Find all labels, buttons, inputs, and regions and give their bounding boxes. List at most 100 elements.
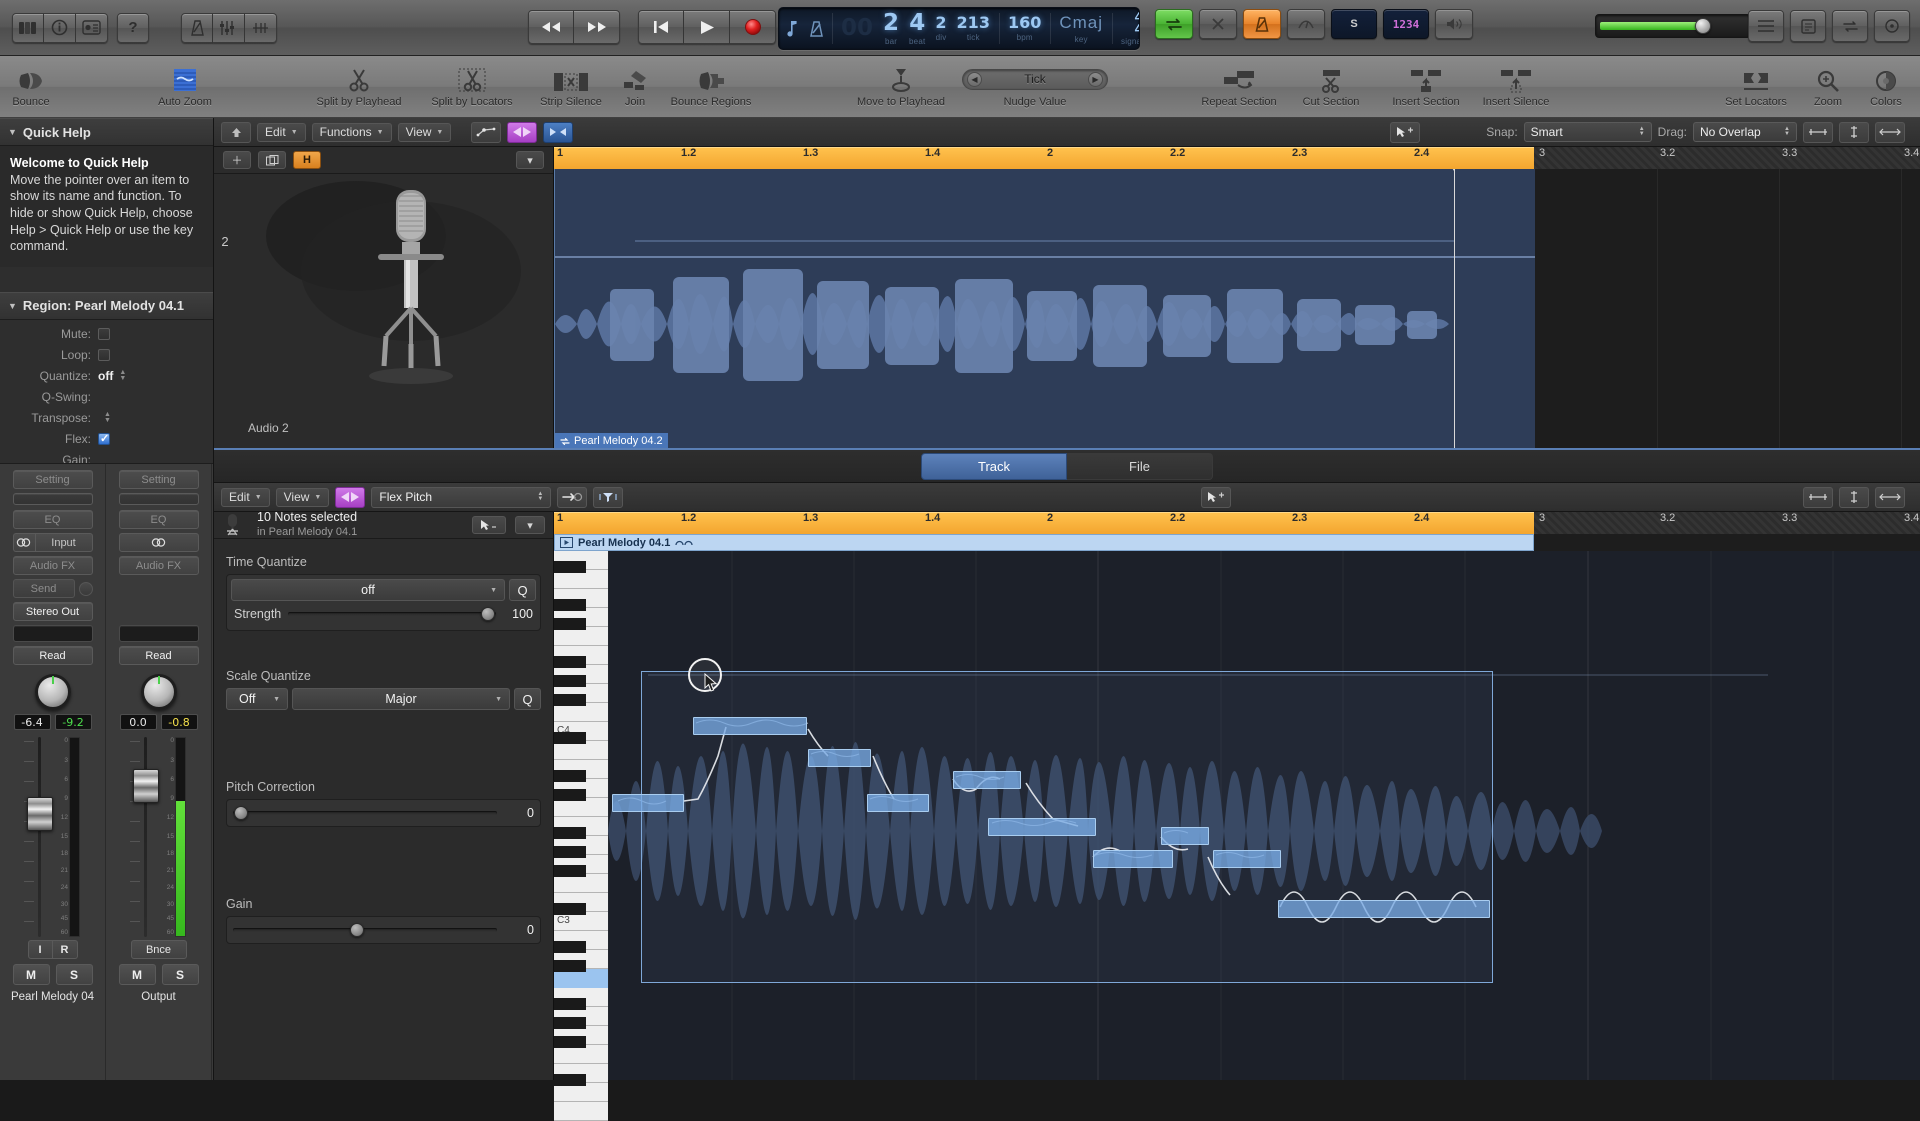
pitch-correction-value[interactable]: 0 <box>504 806 534 820</box>
channel-strip-name[interactable]: Output <box>141 991 176 1003</box>
region-quantize-value[interactable]: off <box>98 369 113 383</box>
replace-button[interactable] <box>1199 9 1237 39</box>
playhead[interactable] <box>1449 169 1459 448</box>
lcd-tick-field[interactable]: 213 tick <box>952 15 995 42</box>
editor-zoom-vertical-icon[interactable] <box>1839 486 1869 508</box>
track-config-button[interactable]: ▾ <box>516 151 544 169</box>
eq-button[interactable]: EQ <box>12 510 93 529</box>
bounce-regions-button[interactable]: Bounce Regions <box>657 56 765 118</box>
region-disclosure-triangle-icon[interactable]: ▼ <box>8 301 17 311</box>
flex-pitch-note[interactable] <box>988 818 1096 836</box>
track-header-row[interactable]: 2 Audio 2 <box>214 176 553 441</box>
repeat-section-button[interactable]: Repeat Section <box>1183 56 1295 118</box>
scale-quantize-mode-popup[interactable]: Off ▼ <box>226 688 288 710</box>
stereo-icon-only[interactable] <box>118 533 199 552</box>
zoom-fit-icon[interactable] <box>1875 121 1905 143</box>
move-to-playhead-button[interactable]: Move to Playhead <box>839 56 963 118</box>
join-button[interactable]: Join <box>606 56 664 118</box>
zoom-horizontal-icon[interactable] <box>1803 121 1833 143</box>
smart-controls-icon[interactable] <box>76 12 108 43</box>
pan-knob[interactable] <box>140 674 177 710</box>
flex-pitch-note[interactable] <box>1161 827 1209 845</box>
stereo-input-icon[interactable] <box>12 533 35 552</box>
nudge-value-control[interactable]: ◀ Tick ▶ Nudge Value <box>962 56 1108 118</box>
audio-region[interactable]: Pearl Melody 04.2 <box>554 169 1535 448</box>
solo-button[interactable]: S <box>55 964 93 985</box>
group-slot[interactable] <box>12 625 93 642</box>
input-row[interactable] <box>118 533 199 552</box>
cycle-button[interactable] <box>1155 9 1193 39</box>
scale-quantize-scale-popup[interactable]: Major ▼ <box>292 688 510 710</box>
flex-mode-popup[interactable]: Flex Pitch ▲ ▼ <box>371 486 552 508</box>
editor-menu-view[interactable]: View ▼ <box>275 487 330 507</box>
colors-button[interactable]: Colors <box>1855 56 1917 118</box>
zoom-button[interactable]: Zoom <box>1798 56 1858 118</box>
audio-fx-button[interactable]: Audio FX <box>118 556 199 575</box>
setting-button[interactable]: Setting <box>12 470 93 489</box>
strip-silence-button[interactable]: Strip Silence <box>527 56 615 118</box>
region-param-row[interactable]: Q-Swing: <box>0 387 213 408</box>
nudge-right-arrow-icon[interactable]: ▶ <box>1088 71 1103 87</box>
volume-value[interactable]: -0.8 <box>160 714 198 730</box>
flex-pitch-note[interactable] <box>612 794 684 812</box>
tuner-button[interactable] <box>1287 9 1325 39</box>
master-volume-toggle[interactable] <box>1435 9 1473 39</box>
strength-slider[interactable] <box>288 606 496 621</box>
flex-pitch-icon[interactable] <box>335 486 366 508</box>
gain-knob[interactable] <box>350 923 365 937</box>
pitch-correction-slider[interactable] <box>233 806 497 820</box>
flex-apply-icon[interactable] <box>557 486 588 508</box>
lcd-beat-field[interactable]: 4 beat <box>904 11 930 46</box>
tool-menu-button[interactable]: ▾ <box>515 516 545 534</box>
split-by-locators-button[interactable]: Split by Locators <box>414 56 530 118</box>
editor-zoom-fit-icon[interactable] <box>1875 486 1905 508</box>
region-label[interactable]: Pearl Melody 04.2 <box>555 433 668 448</box>
library-icon[interactable] <box>12 12 44 43</box>
add-track-button[interactable]: ＋ <box>223 151 251 169</box>
output-button[interactable]: Stereo Out <box>12 602 93 621</box>
snap-popup[interactable]: Smart ▲ ▼ <box>1523 122 1652 142</box>
tab-track[interactable]: Track <box>921 452 1067 480</box>
play-region-icon[interactable] <box>560 537 573 548</box>
solo-button[interactable]: S <box>161 964 199 985</box>
metronome-button[interactable] <box>1243 9 1281 39</box>
loops-button[interactable] <box>1832 10 1868 42</box>
lcd-div-field[interactable]: 2 div <box>930 15 951 42</box>
count-in-button[interactable]: 1234 <box>1383 9 1429 39</box>
gain-value[interactable]: 0 <box>504 923 534 937</box>
editor-tool-pointer-icon[interactable] <box>1201 486 1231 508</box>
lcd-key-field[interactable]: Cmaj key <box>1054 13 1108 44</box>
record-enable-button[interactable]: R <box>52 940 78 959</box>
flex-icon[interactable] <box>507 121 538 143</box>
play-button[interactable] <box>684 10 730 44</box>
pan-value[interactable]: -6.4 <box>13 714 51 730</box>
lcd-bar-field[interactable]: 2 bar <box>878 11 904 46</box>
mixer-icon[interactable] <box>213 12 245 43</box>
bounce-button[interactable]: Bounce <box>0 56 62 118</box>
drag-popup[interactable]: No Overlap ▲ ▼ <box>1693 122 1797 142</box>
pan-value[interactable]: 0.0 <box>119 714 157 730</box>
strength-slider-knob[interactable] <box>480 606 495 621</box>
pitch-correction-knob[interactable] <box>234 806 249 820</box>
editor-menu-edit[interactable]: Edit ▼ <box>221 487 270 507</box>
channel-strip-name[interactable]: Pearl Melody 04 <box>11 991 94 1003</box>
master-volume-knob[interactable] <box>1695 18 1712 34</box>
volume-fader[interactable] <box>24 737 54 937</box>
info-icon[interactable] <box>44 12 76 43</box>
flex-pitch-note[interactable] <box>808 749 871 767</box>
menu-view[interactable]: View ▼ <box>397 122 452 142</box>
setting-slot[interactable] <box>12 493 93 505</box>
mute-button[interactable]: M <box>12 964 50 985</box>
piano-keyboard[interactable]: C4 C3 <box>554 551 608 1121</box>
nudge-left-arrow-icon[interactable]: ◀ <box>967 71 982 87</box>
lcd-display[interactable]: 00 2 bar 4 beat 2 div 213 tick 160 bpm C… <box>778 7 1140 50</box>
hide-tracks-button[interactable]: H <box>293 151 321 169</box>
flex-pitch-note[interactable] <box>953 771 1021 789</box>
metronome-toolbar-icon[interactable] <box>181 12 213 43</box>
input-row[interactable]: Input <box>12 533 93 552</box>
input-monitor-button[interactable]: I <box>27 940 53 959</box>
region-param-row[interactable]: Quantize: off ▲ ▼ <box>0 366 213 387</box>
flex-pitch-note[interactable] <box>1213 850 1281 868</box>
strength-value[interactable]: 100 <box>503 607 533 621</box>
zoom-vertical-icon[interactable] <box>1839 121 1869 143</box>
